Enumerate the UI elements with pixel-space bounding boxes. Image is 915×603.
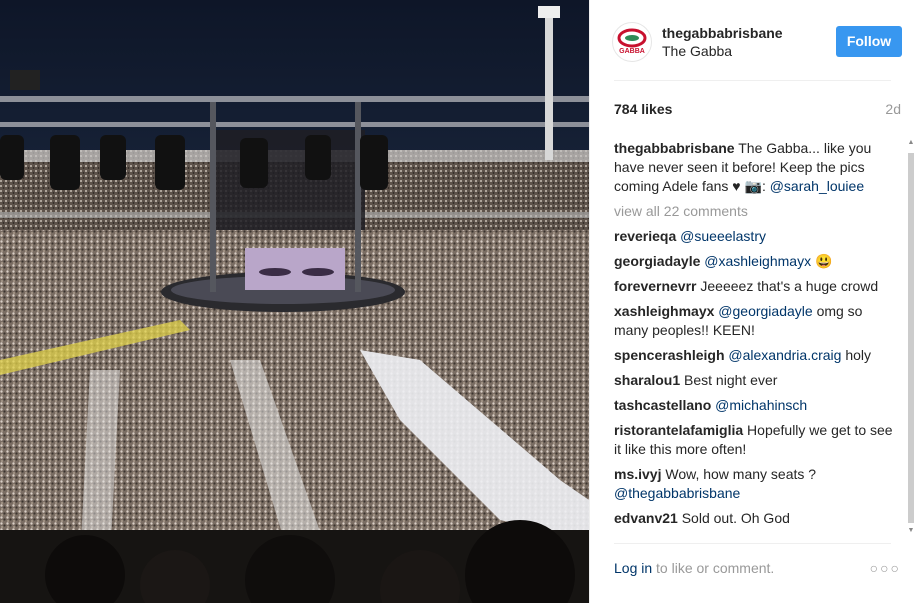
comment-footer: Log in to like or comment. [614,560,774,576]
location-link[interactable]: The Gabba [662,43,732,59]
comment-text: holy [845,347,872,363]
more-options-icon[interactable]: ○○○ [870,560,901,576]
comment-item: ms.ivyj Wow, how many seats ? @thegabbab… [614,465,900,503]
footer-divider [614,543,891,544]
comment-text: Sold out. Oh God [681,510,790,526]
header-divider [614,80,891,81]
comment-text: Best night ever [684,372,778,388]
comment-mention[interactable]: @xashleighmayx [704,253,811,269]
post-header: GABBA thegabbabrisbane The Gabba Follow [590,0,915,80]
username-link[interactable]: thegabbabrisbane [662,25,783,41]
comment-username[interactable]: ristorantelafamiglia [614,422,743,438]
caption-mention[interactable]: @sarah_louiee [770,178,864,194]
comments-scrollbar[interactable]: ▲ ▼ [907,139,915,535]
heart-emoji-icon: ♥ [732,178,741,194]
comment-text: Jeeeeez that's a huge crowd [700,278,879,294]
comment-username[interactable]: tashcastellano [614,397,711,413]
caption: thegabbabrisbane The Gabba... like you h… [614,139,900,196]
comment-rows: reverieqa @sueeelastry georgiadayle @xas… [614,227,900,528]
comment-mention[interactable]: @sueeelastry [680,228,766,244]
comment-item: ristorantelafamiglia Hopefully we get to… [614,421,900,459]
comment-mention[interactable]: @alexandria.craig [728,347,841,363]
comment-item: sharalou1 Best night ever [614,371,900,390]
camera-emoji-icon: 📷 [744,178,762,194]
comment-username[interactable]: edvanv21 [614,510,678,526]
view-all-comments-link[interactable]: view all 22 comments [614,202,900,221]
comment-mention[interactable]: @georgiadayle [718,303,812,319]
scroll-up-arrow-icon[interactable]: ▲ [907,139,915,147]
follow-button[interactable]: Follow [836,26,902,57]
comment-username[interactable]: xashleighmayx [614,303,714,319]
comment-text: Wow, how many seats ? [665,466,817,482]
comment-username[interactable]: reverieqa [614,228,676,244]
comment-item: forevernevrr Jeeeeez that's a huge crowd [614,277,900,296]
scroll-thumb[interactable] [908,153,914,523]
caption-separator: : [761,178,766,194]
avatar-text: GABBA [619,48,645,55]
stadium-concert-image [0,0,589,603]
post-sidebar: GABBA thegabbabrisbane The Gabba Follow … [589,0,915,603]
likes-count[interactable]: 784 likes [614,101,672,117]
post-age[interactable]: 2d [885,101,901,117]
comment-username[interactable]: sharalou1 [614,372,680,388]
comment-mention[interactable]: @thegabbabrisbane [614,485,740,501]
comment-item: reverieqa @sueeelastry [614,227,900,246]
login-link[interactable]: Log in [614,560,652,576]
comment-username[interactable]: georgiadayle [614,253,700,269]
comment-text: 😃 [814,253,833,269]
comment-item: xashleighmayx @georgiadayle omg so many … [614,302,900,340]
gabba-logo-icon: GABBA [617,28,647,55]
comment-username[interactable]: forevernevrr [614,278,697,294]
post-photo[interactable] [0,0,589,603]
instagram-post: GABBA thegabbabrisbane The Gabba Follow … [0,0,915,603]
avatar[interactable]: GABBA [612,22,652,62]
comments-list: thegabbabrisbane The Gabba... like you h… [614,139,900,535]
comment-item: georgiadayle @xashleighmayx 😃 [614,252,900,271]
comment-item: edvanv21 Sold out. Oh God [614,509,900,528]
comment-item: spencerashleigh @alexandria.craig holy [614,346,900,365]
comment-item: tashcastellano @michahinsch [614,396,900,415]
comment-mention[interactable]: @michahinsch [715,397,807,413]
comment-username[interactable]: ms.ivyj [614,466,661,482]
comment-username[interactable]: spencerashleigh [614,347,725,363]
scroll-down-arrow-icon[interactable]: ▼ [907,527,915,535]
caption-username[interactable]: thegabbabrisbane [614,140,735,156]
login-prompt-text: to like or comment. [652,560,775,576]
